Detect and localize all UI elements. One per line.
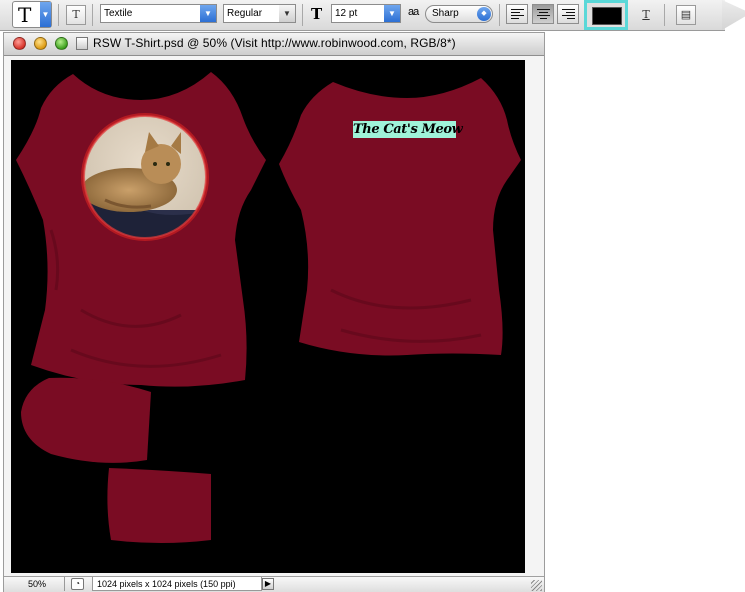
color-swatch-fill [592,7,622,25]
shirt-pocket-piece [107,468,211,543]
font-size-icon: T [311,5,323,23]
version-cue-icon[interactable]: ◔ [71,578,84,590]
document-info-field: 1024 pixels x 1024 pixels (150 ppi) [92,577,262,591]
font-style-value: Regular [227,8,263,19]
document-proxy-icon[interactable] [76,37,88,50]
chevron-down-icon: ▼ [384,5,400,22]
close-window-button[interactable] [13,37,26,50]
font-style-select[interactable]: Regular ▼ [223,4,296,23]
divider [92,4,93,26]
tool-preset-picker[interactable]: T ▼ [12,1,52,28]
antialias-select[interactable]: Sharp ◆ [425,5,493,23]
chevron-updown-icon: ◆ [477,7,491,21]
document-title: RSW T-Shirt.psd @ 50% (Visit http://www.… [93,36,456,50]
chevron-down-icon: ▼ [200,5,216,22]
window-titlebar[interactable]: RSW T-Shirt.psd @ 50% (Visit http://www.… [4,33,544,56]
minimize-window-button[interactable] [34,37,47,50]
shirt-back-piece [279,78,521,356]
info-menu-arrow-icon[interactable]: ▶ [262,578,274,590]
align-center-button[interactable] [532,4,554,24]
font-size-value: 12 pt [335,8,358,19]
shirt-sleeve-piece [21,377,151,463]
canvas-area[interactable]: The Cat's Meow [4,56,544,576]
font-size-select[interactable]: 12 pt ▼ [331,4,401,23]
resize-grip-icon[interactable] [531,580,542,591]
antialias-value: Sharp [432,8,459,19]
font-family-select[interactable]: Textile ▼ [100,4,217,23]
zoom-window-button[interactable] [55,37,68,50]
warp-text-icon: T [642,8,650,21]
status-bar: 50% ◔ 1024 pixels x 1024 pixels (150 ppi… [4,576,544,592]
chevron-down-icon: ▼ [279,5,295,22]
align-left-button[interactable] [506,4,528,24]
font-family-value: Textile [104,8,133,19]
options-bar-grip[interactable] [722,0,745,30]
antialias-icon: a a [408,6,419,18]
align-right-button[interactable] [557,4,579,24]
document-canvas[interactable]: The Cat's Meow [11,60,525,573]
document-window: RSW T-Shirt.psd @ 50% (Visit http://www.… [3,32,545,592]
divider [58,4,59,26]
canvas-text-layer[interactable]: The Cat's Meow [353,121,463,138]
options-bar: T ▼ T Textile ▼ Regular ▼ T 12 pt ▼ a a … [0,0,725,31]
divider [302,4,303,26]
divider [499,4,500,26]
type-tool-icon: T [18,3,32,27]
palettes-icon: ▤ [680,9,692,21]
warp-text-button[interactable]: T [636,5,656,25]
zoom-level-field[interactable]: 50% [10,577,65,591]
text-orientation-icon: T [72,8,80,21]
text-orientation-button[interactable]: T [66,5,86,25]
divider [664,4,665,26]
text-color-swatch[interactable] [584,0,628,30]
palettes-button[interactable]: ▤ [676,5,696,25]
chevron-down-icon: ▼ [40,2,51,27]
